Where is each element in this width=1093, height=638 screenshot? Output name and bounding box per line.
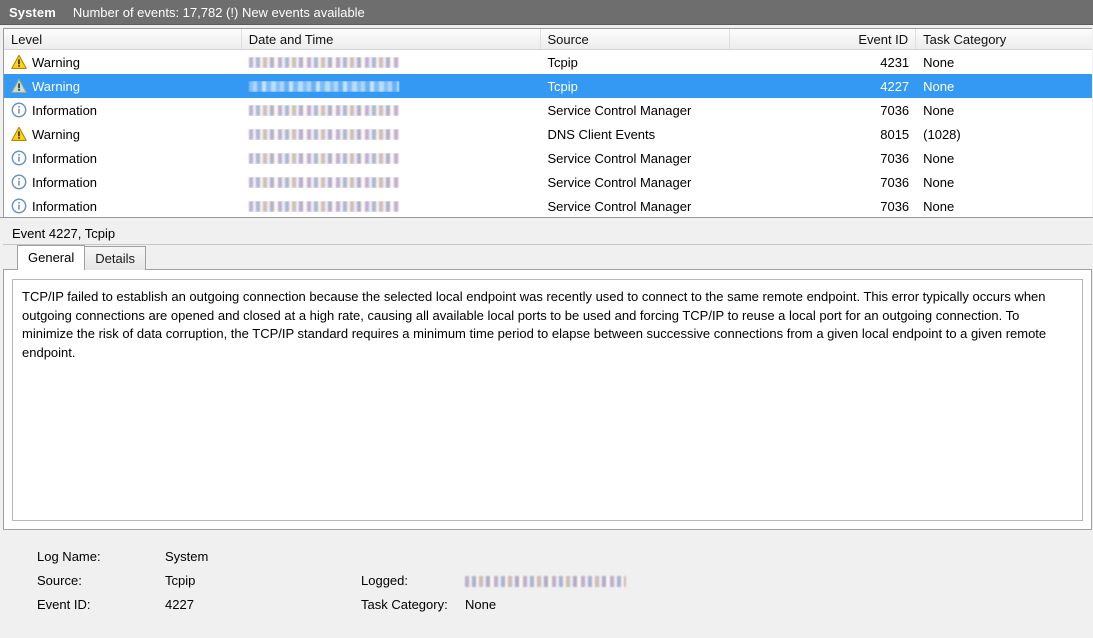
cell-task-category: None xyxy=(923,198,955,214)
table-row[interactable]: Warning Tcpip 4227 None xyxy=(4,74,1092,98)
cell-date-and-time xyxy=(242,128,541,140)
redacted-timestamp xyxy=(248,200,399,212)
cell-source: Service Control Manager xyxy=(547,198,692,214)
cell-source: Tcpip xyxy=(547,54,578,70)
cell-event-id: 4227 xyxy=(880,78,910,94)
cell-task-category: None xyxy=(923,150,955,166)
redacted-timestamp xyxy=(248,176,399,188)
table-row[interactable]: Warning DNS Client Events 8015 (1028) xyxy=(4,122,1092,146)
cell-event-id: 7036 xyxy=(880,102,910,118)
cell-task-category: None xyxy=(923,78,955,94)
cell-level: Information xyxy=(4,102,242,118)
redacted-timestamp xyxy=(248,56,399,68)
cell-event-id: 7036 xyxy=(880,198,910,214)
warning-icon xyxy=(11,78,32,94)
tab-details[interactable]: Details xyxy=(84,246,146,270)
information-icon xyxy=(11,102,32,118)
log-name-field-value: System xyxy=(165,548,209,564)
cell-source: DNS Client Events xyxy=(547,126,656,142)
cell-level: Warning xyxy=(4,54,242,70)
cell-date-and-time xyxy=(242,152,541,164)
cell-source: Tcpip xyxy=(547,78,578,94)
cell-event-id: 7036 xyxy=(880,174,910,190)
cell-date-and-time xyxy=(242,80,541,92)
log-status-bar: System Number of events: 17,782 (!) New … xyxy=(0,0,1093,25)
redacted-timestamp xyxy=(465,575,626,587)
event-detail-title: Event 4227, Tcpip xyxy=(3,222,1092,245)
warning-icon xyxy=(11,126,32,142)
general-tab-panel: TCP/IP failed to establish an outgoing c… xyxy=(3,270,1092,530)
column-header-date-and-time[interactable]: Date and Time xyxy=(242,29,541,49)
cell-level-label: Warning xyxy=(32,78,80,94)
cell-level: Warning xyxy=(4,126,242,142)
redacted-timestamp xyxy=(248,80,399,92)
column-header-level[interactable]: Level xyxy=(4,29,242,49)
cell-level-label: Warning xyxy=(32,126,80,142)
cell-event-id: 8015 xyxy=(880,126,910,142)
task-category-field-value: None xyxy=(465,596,497,612)
cell-level-label: Information xyxy=(32,102,98,118)
cell-level: Information xyxy=(4,150,242,166)
redacted-timestamp xyxy=(248,152,399,164)
cell-date-and-time xyxy=(242,104,541,116)
metadata-row-source: Source: Tcpip Logged: xyxy=(37,568,1092,592)
event-description-box[interactable]: TCP/IP failed to establish an outgoing c… xyxy=(12,279,1083,521)
table-row[interactable]: Information Service Control Manager 7036 No… xyxy=(4,98,1092,122)
logged-field-label: Logged: xyxy=(361,572,408,588)
log-name-field-label: Log Name: xyxy=(37,548,101,564)
cell-level-label: Information xyxy=(32,174,98,190)
column-header-event-id[interactable]: Event ID xyxy=(730,29,917,49)
information-icon xyxy=(11,150,32,166)
cell-date-and-time xyxy=(242,176,541,188)
information-icon xyxy=(11,198,32,214)
table-row[interactable]: Information Service Control Manager 7036 No… xyxy=(4,146,1092,170)
cell-date-and-time xyxy=(242,56,541,68)
cell-task-category: (1028) xyxy=(923,126,961,142)
column-header-source[interactable]: Source xyxy=(541,29,731,49)
task-category-field-label: Task Category: xyxy=(361,596,448,612)
cell-level: Information xyxy=(4,174,242,190)
detail-tabstrip[interactable]: General Details xyxy=(3,245,1092,270)
event-detail-pane: Event 4227, Tcpip General Details TCP/IP… xyxy=(3,222,1092,616)
cell-event-id: 7036 xyxy=(880,150,910,166)
logged-field-value xyxy=(465,573,705,588)
event-count-status: Number of events: 17,782 (!) New events … xyxy=(72,4,365,20)
log-name-label: System xyxy=(9,4,56,20)
event-id-field-label: Event ID: xyxy=(37,596,91,612)
cell-level-label: Information xyxy=(32,198,98,214)
event-list[interactable]: Level Date and Time Source Event ID Task… xyxy=(3,28,1092,217)
tab-general[interactable]: General xyxy=(17,245,86,270)
cell-level-label: Warning xyxy=(32,54,80,70)
source-field-label: Source: xyxy=(37,572,82,588)
cell-level-label: Information xyxy=(32,150,98,166)
cell-level: Warning xyxy=(4,78,242,94)
information-icon xyxy=(11,174,32,190)
table-row[interactable]: Warning Tcpip 4231 None xyxy=(4,50,1092,74)
column-header-task-category[interactable]: Task Category xyxy=(916,29,1092,49)
event-description-text: TCP/IP failed to establish an outgoing c… xyxy=(22,289,1047,360)
cell-event-id: 4231 xyxy=(880,54,910,70)
warning-icon xyxy=(11,54,32,70)
cell-task-category: None xyxy=(923,54,955,70)
cell-level: Information xyxy=(4,198,242,214)
event-list-body[interactable]: Warning Tcpip 4231 None Warning Tcpip 4227 None… xyxy=(4,50,1092,217)
table-row[interactable]: Information Service Control Manager 7036 No… xyxy=(4,170,1092,194)
metadata-row-event-id: Event ID: 4227 Task Category: None xyxy=(37,592,1092,616)
table-row[interactable]: Information Service Control Manager 7036 No… xyxy=(4,194,1092,217)
cell-source: Service Control Manager xyxy=(547,150,692,166)
redacted-timestamp xyxy=(248,104,399,116)
event-id-field-value: 4227 xyxy=(165,596,194,612)
cell-source: Service Control Manager xyxy=(547,102,692,118)
source-field-value: Tcpip xyxy=(165,572,196,588)
event-metadata-fields: Log Name: System Source: Tcpip Logged: E… xyxy=(3,530,1092,616)
event-list-header[interactable]: Level Date and Time Source Event ID Task… xyxy=(4,29,1092,50)
cell-source: Service Control Manager xyxy=(547,174,692,190)
cell-task-category: None xyxy=(923,102,955,118)
metadata-row-log-name: Log Name: System xyxy=(37,544,1092,568)
redacted-timestamp xyxy=(248,128,399,140)
cell-task-category: None xyxy=(923,174,955,190)
cell-date-and-time xyxy=(242,200,541,212)
